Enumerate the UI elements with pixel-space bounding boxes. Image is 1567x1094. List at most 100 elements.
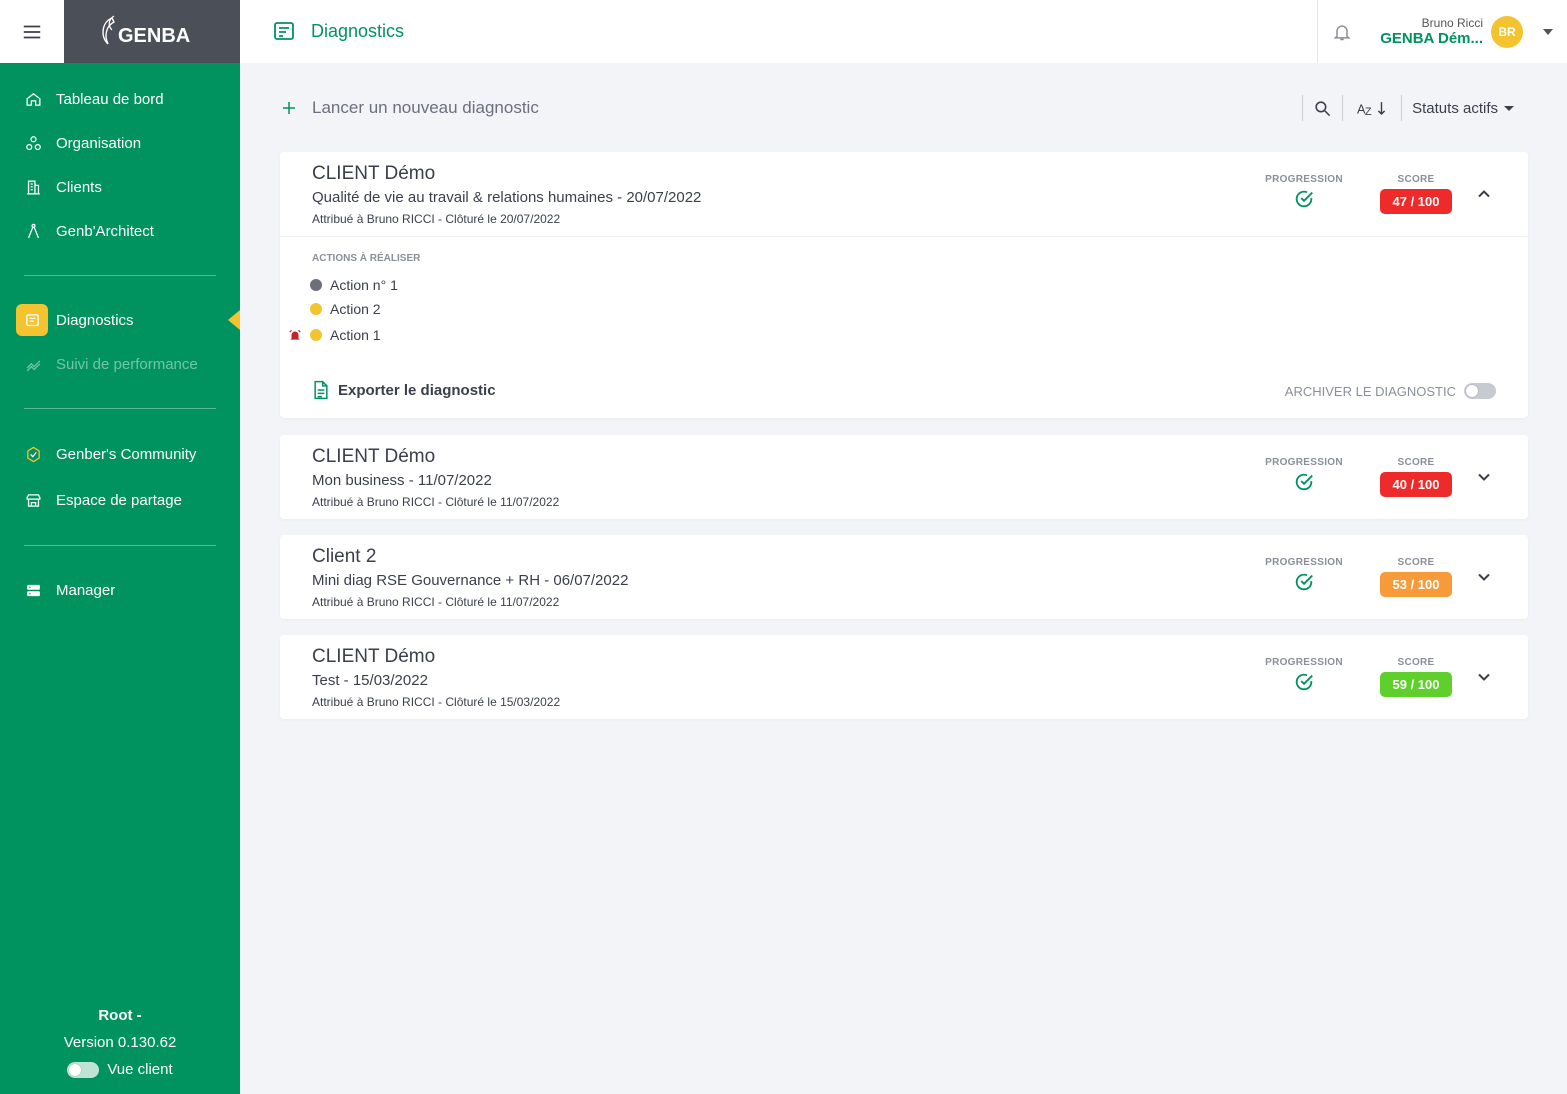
sidebar-nav: Tableau de bord Organisation Clients Gen… <box>0 77 240 253</box>
diagnostic-card: CLIENT Démo Qualité de vie au travail & … <box>280 152 1528 418</box>
archive-diagnostic: ARCHIVER LE DIAGNOSTIC <box>1285 383 1496 399</box>
sidebar-item-manager[interactable]: Manager <box>0 568 240 612</box>
export-diagnostic-button[interactable]: Exporter le diagnostic <box>312 380 496 400</box>
sidebar-item-genb-architect[interactable]: Genb'Architect <box>0 209 240 253</box>
sidebar-item-diagnostics[interactable]: Diagnostics <box>0 298 240 342</box>
progression-label: PROGRESSION <box>1265 657 1343 668</box>
chevron-down-icon <box>1478 573 1490 581</box>
sidebar-item-genbers-community[interactable]: Genber's Community <box>0 431 240 477</box>
document-icon <box>314 380 328 400</box>
sort-az-icon: A Z <box>1357 101 1386 117</box>
home-icon <box>24 90 42 108</box>
menu-toggle-button[interactable] <box>0 0 64 63</box>
trend-icon <box>24 355 42 373</box>
action-status-dot <box>310 279 322 291</box>
sidebar-divider <box>24 275 216 276</box>
plus-icon <box>283 102 295 114</box>
sidebar-item-clients[interactable]: Clients <box>0 165 240 209</box>
user-name: Bruno Ricci <box>1421 16 1483 30</box>
diagnostic-card: CLIENT Démo Test - 15/03/2022 Attribué à… <box>280 635 1528 719</box>
notifications-button[interactable] <box>1320 22 1364 42</box>
check-circle-icon <box>1295 673 1313 691</box>
vue-client-toggle[interactable] <box>67 1061 100 1078</box>
topbar: Diagnostics Bruno Ricci GENBA Dém... BR <box>240 0 1567 63</box>
user-info: Bruno Ricci GENBA Dém... <box>1380 16 1483 47</box>
sidebar-nav-section: Manager <box>0 568 240 612</box>
genba-logo[interactable]: GENBA <box>64 0 240 63</box>
version-label: Version 0.130.62 <box>63 1034 177 1051</box>
client-name: Client 2 <box>312 546 377 567</box>
chevron-down-icon <box>1478 673 1490 681</box>
sidebar-item-label: Diagnostics <box>56 311 134 329</box>
archive-toggle[interactable] <box>1464 383 1496 399</box>
organisation-icon <box>24 134 42 152</box>
vue-client-label: Vue client <box>107 1061 173 1078</box>
diagnostic-card: CLIENT Démo Mon business - 11/07/2022 At… <box>280 435 1528 519</box>
svg-text:Z: Z <box>1365 105 1372 117</box>
report-icon <box>274 21 294 40</box>
export-label: Exporter le diagnostic <box>338 381 496 399</box>
sidebar-item-organisation[interactable]: Organisation <box>0 121 240 165</box>
page-title-text: Diagnostics <box>311 21 405 41</box>
score-label: SCORE <box>1397 457 1435 468</box>
sidebar-item-tableau-de-bord[interactable]: Tableau de bord <box>0 77 240 121</box>
diagnostic-card-body: ACTIONS À RÉALISER Action n° 1 Action 2 … <box>280 236 1528 418</box>
score-badge: 40 / 100 <box>1380 472 1452 497</box>
sidebar-item-suivi-de-performance[interactable]: Suivi de performance <box>0 342 240 386</box>
diagnostic-meta: Attribué à Bruno RICCI - Clôturé le 15/0… <box>312 695 561 709</box>
action-item[interactable]: Action 1 <box>310 327 381 343</box>
expand-button[interactable] <box>1474 667 1494 687</box>
root-label: Root - <box>98 1007 142 1024</box>
progression: PROGRESSION <box>1264 557 1344 598</box>
score-badge: 59 / 100 <box>1380 672 1452 697</box>
user-menu-caret-icon[interactable] <box>1543 28 1553 35</box>
status-filter-select[interactable]: Statuts actifs <box>1401 95 1528 121</box>
progression-label: PROGRESSION <box>1265 457 1343 468</box>
actions-label: ACTIONS À RÉALISER <box>312 253 421 264</box>
score: SCORE 47 / 100 <box>1380 174 1452 214</box>
action-item[interactable]: Action n° 1 <box>310 277 398 293</box>
sort-button[interactable]: A Z <box>1342 95 1401 121</box>
score-badge: 47 / 100 <box>1380 189 1452 214</box>
diagnostic-meta: Attribué à Bruno RICCI - Clôturé le 11/0… <box>312 495 560 509</box>
progression: PROGRESSION <box>1264 457 1344 498</box>
diagnostic-card-header[interactable]: Client 2 Mini diag RSE Gouvernance + RH … <box>280 535 1528 619</box>
sidebar-item-label: Genb'Architect <box>56 222 154 240</box>
sidebar-nav-section: Diagnostics Suivi de performance <box>0 298 240 386</box>
diagnostics-toolbar: Lancer un nouveau diagnostic A Z Statuts… <box>280 88 1528 128</box>
action-label: Action 1 <box>330 327 381 343</box>
toolbar-tools: A Z Statuts actifs <box>1302 95 1528 121</box>
user-menu[interactable]: Bruno Ricci GENBA Dém... BR <box>1380 15 1523 48</box>
report-icon <box>16 304 48 336</box>
expand-button[interactable] <box>1474 467 1494 487</box>
diagnostic-card-header[interactable]: CLIENT Démo Test - 15/03/2022 Attribué à… <box>280 635 1528 719</box>
progression: PROGRESSION <box>1264 657 1344 698</box>
sidebar-item-label: Suivi de performance <box>56 355 198 373</box>
diagnostic-card-header[interactable]: CLIENT Démo Mon business - 11/07/2022 At… <box>280 435 1528 519</box>
hamburger-icon <box>23 25 41 38</box>
sidebar-divider <box>24 408 216 409</box>
sidebar-item-espace-de-partage[interactable]: Espace de partage <box>0 477 240 523</box>
topbar-right: Bruno Ricci GENBA Dém... BR <box>1317 0 1567 63</box>
action-status-dot <box>310 303 322 315</box>
sidebar-item-label: Tableau de bord <box>56 90 164 108</box>
compass-icon <box>24 222 42 240</box>
action-item[interactable]: Action 2 <box>310 301 381 317</box>
search-button[interactable] <box>1302 95 1342 121</box>
new-diagnostic-button[interactable]: Lancer un nouveau diagnostic <box>280 98 539 118</box>
page-title: Diagnostics <box>272 20 404 44</box>
score-badge: 53 / 100 <box>1380 572 1452 597</box>
diagnostic-title: Mini diag RSE Gouvernance + RH - 06/07/2… <box>312 572 629 589</box>
sidebar-item-label: Clients <box>56 178 102 196</box>
sidebar-item-label: Organisation <box>56 134 142 152</box>
score: SCORE 40 / 100 <box>1380 457 1452 497</box>
diagnostic-card-header[interactable]: CLIENT Démo Qualité de vie au travail & … <box>280 152 1528 236</box>
client-name: CLIENT Démo <box>312 163 436 184</box>
diagnostic-meta: Attribué à Bruno RICCI - Clôturé le 20/0… <box>312 212 561 226</box>
chevron-down-icon <box>1504 105 1514 111</box>
action-label: Action 2 <box>330 301 381 317</box>
expand-button[interactable] <box>1474 567 1494 587</box>
collapse-button[interactable] <box>1474 184 1494 204</box>
diagnostic-card: Client 2 Mini diag RSE Gouvernance + RH … <box>280 535 1528 619</box>
progression-label: PROGRESSION <box>1265 174 1343 185</box>
